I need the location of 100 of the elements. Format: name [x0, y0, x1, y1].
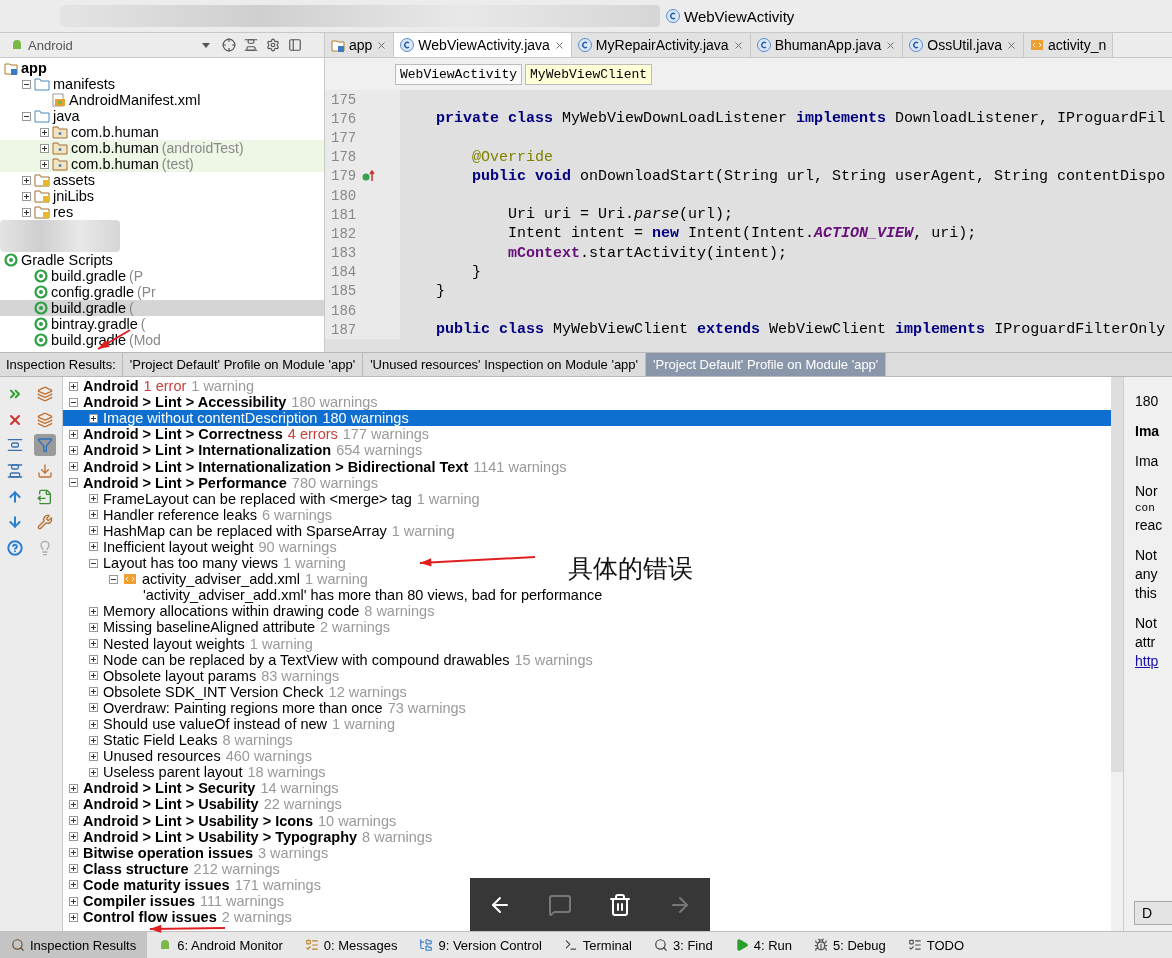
tool-window-tab[interactable]: 4: Run [723, 932, 803, 958]
scrollbar-thumb[interactable] [1111, 377, 1123, 772]
hide-panel-icon[interactable] [288, 38, 302, 52]
expander-icon[interactable] [89, 687, 98, 697]
expander-icon[interactable] [69, 445, 78, 455]
expander-icon[interactable] [89, 735, 98, 745]
expander-icon[interactable] [69, 848, 78, 858]
tree-item-label[interactable]: app [21, 60, 47, 76]
result-row[interactable]: Memory allocations within drawing code 8 warnings [63, 603, 439, 620]
tool-window-tab[interactable]: TODO [896, 932, 976, 958]
tree-item-label[interactable]: AndroidManifest.xml [69, 92, 201, 108]
close-icon[interactable] [1005, 39, 1017, 51]
tool-window-tab[interactable]: Inspection Results [0, 932, 148, 958]
close-icon[interactable] [376, 39, 388, 51]
expander-icon[interactable] [89, 719, 98, 729]
result-row[interactable]: Android > Lint > Internationalization 654 warnings [63, 442, 427, 459]
settings-icon[interactable] [266, 38, 280, 52]
expander-icon[interactable] [40, 159, 49, 169]
override-marker-icon[interactable] [362, 170, 377, 183]
expander-icon[interactable] [89, 606, 98, 616]
tree-item-label[interactable]: build.gradle [51, 300, 126, 316]
link[interactable]: http [1135, 653, 1172, 669]
tree-item-label[interactable]: com.b.human [71, 156, 159, 172]
result-row[interactable]: 'activity_adviser_add.xml' has more than 80 views, bad for performance [63, 587, 607, 604]
tree-item-label[interactable]: config.gradle [51, 284, 135, 300]
expander-icon[interactable] [69, 783, 78, 793]
tree-item-label[interactable]: assets [53, 172, 95, 188]
tool-window-tab[interactable]: 3: Find [642, 932, 724, 958]
view-dropdown[interactable]: Android [6, 35, 214, 55]
result-row[interactable]: Class structure 212 warnings [63, 860, 284, 877]
result-row[interactable]: Obsolete SDK_INT Version Check 12 warnings [63, 683, 411, 700]
editor-tab[interactable]: OssUtil.java [903, 33, 1024, 57]
editor-tab[interactable]: activity_n [1023, 33, 1114, 57]
result-row[interactable]: Code maturity issues 171 warnings [63, 876, 325, 893]
action-button[interactable]: D [1134, 901, 1172, 925]
expander-icon[interactable] [89, 767, 98, 777]
expander-icon[interactable] [69, 832, 78, 842]
result-row[interactable]: Inefficient layout weight 90 warnings [63, 538, 341, 556]
tree-item-label[interactable]: java [53, 108, 80, 124]
tree-item-label[interactable]: res [53, 204, 74, 220]
expander-icon[interactable] [69, 462, 78, 471]
tree-item-label[interactable]: Gradle Scripts [21, 252, 113, 268]
expander-icon[interactable] [22, 79, 31, 89]
result-row[interactable]: Android > Lint > Accessibility 180 warnings [63, 394, 382, 411]
tree-item-label[interactable]: jniLibs [53, 188, 95, 204]
result-row[interactable]: Should use valueOf instead of new 1 warning [63, 715, 399, 733]
collapse-all-icon[interactable] [244, 38, 258, 52]
expander-icon[interactable] [89, 510, 98, 520]
expander-icon[interactable] [69, 864, 78, 874]
editor-tab[interactable]: WebViewActivity.java [394, 33, 572, 57]
result-row[interactable]: activity_adviser_add.xml 1 warning [63, 571, 372, 588]
close-icon[interactable] [732, 39, 744, 51]
structure-chip[interactable]: WebViewActivity [395, 63, 523, 85]
expander-icon[interactable] [89, 542, 98, 552]
tree-item-label[interactable]: com.b.human [71, 140, 159, 156]
tree-item-label[interactable]: manifests [53, 76, 116, 92]
expander-icon[interactable] [89, 639, 98, 649]
expander-icon[interactable] [22, 207, 31, 217]
expander-icon[interactable] [69, 381, 78, 391]
expander-icon[interactable] [69, 397, 78, 407]
expander-icon[interactable] [89, 558, 98, 568]
result-row[interactable]: Android 1 error 1 warning [63, 378, 259, 395]
tree-item-label[interactable]: build.gradle [51, 268, 126, 284]
result-row[interactable]: Overdraw: Painting regions more than once 73 warnings [63, 699, 470, 716]
expander-icon[interactable] [69, 880, 78, 890]
expander-icon[interactable] [22, 111, 31, 121]
tool-window-tab[interactable]: 5: Debug [803, 932, 897, 958]
expander-icon[interactable] [69, 816, 78, 826]
result-row[interactable]: Image without contentDescription 180 warnings [63, 410, 1111, 427]
breadcrumb-item[interactable]: WebViewActivity [666, 7, 795, 25]
expander-icon[interactable] [22, 175, 31, 185]
tree-item-label[interactable]: com.b.human [71, 124, 159, 140]
tool-window-tab[interactable]: 9: Version Control [408, 932, 553, 958]
result-row[interactable]: Unused resources 460 warnings [63, 748, 316, 765]
expander-icon[interactable] [109, 574, 118, 584]
expander-icon[interactable] [69, 800, 78, 809]
result-row[interactable]: Useless parent layout 18 warnings [63, 764, 330, 781]
result-row[interactable]: Handler reference leaks 6 warnings [63, 506, 337, 523]
result-row[interactable]: Android > Lint > Security 14 warnings [63, 780, 343, 797]
expander-icon[interactable] [69, 912, 78, 922]
expander-icon[interactable] [89, 622, 98, 632]
expander-icon[interactable] [89, 655, 98, 665]
result-row[interactable]: FrameLayout can be replaced with <merge> tag 1 warning [63, 490, 484, 507]
tool-window-tab[interactable]: 0: Messages [293, 932, 409, 958]
expander-icon[interactable] [89, 751, 98, 761]
tool-window-tab[interactable]: Terminal [552, 932, 643, 958]
tool-window-tab[interactable]: 6: Android Monitor [147, 932, 294, 958]
result-row[interactable]: Node can be replaced by a TextView with compound drawables 15 warnings [63, 651, 597, 668]
filter-button[interactable] [34, 434, 56, 457]
result-row[interactable]: Static Field Leaks 8 warnings [63, 732, 297, 749]
editor-tab[interactable]: BhumanApp.java [750, 33, 904, 57]
structure-chip[interactable]: MyWebViewClient [525, 63, 653, 85]
result-row[interactable]: Missing baselineAligned attribute 2 warnings [63, 619, 395, 636]
expander-icon[interactable] [69, 896, 78, 906]
result-row[interactable]: Android > Lint > Internationalization > Bidirectional Text 1141 warnings [63, 458, 571, 475]
result-row[interactable]: Android > Lint > Correctness 4 errors 177 warnings [63, 426, 434, 443]
editor-tab[interactable]: MyRepairActivity.java [571, 33, 751, 57]
expander-icon[interactable] [89, 703, 98, 713]
expander-icon[interactable] [89, 494, 98, 504]
expander-icon[interactable] [40, 143, 49, 153]
